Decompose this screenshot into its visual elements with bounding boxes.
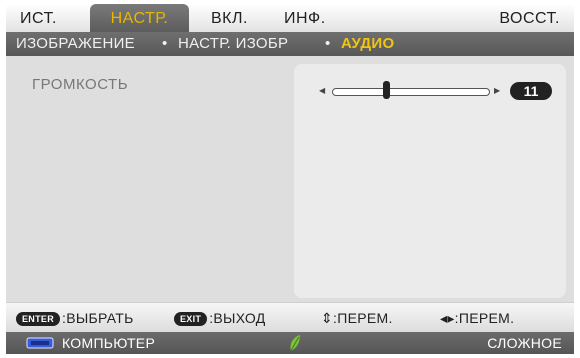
- breadcrumb-picture[interactable]: ИЗОБРАЖЕНИЕ: [16, 32, 135, 56]
- increase-arrow-icon[interactable]: ▶: [494, 86, 500, 95]
- input-source-label: КОМПЬЮТЕР: [62, 335, 156, 351]
- help-move-updown: ⇕:ПЕРЕМ.: [321, 310, 393, 326]
- tab-source[interactable]: ИСТ.: [20, 4, 57, 32]
- help-select-label: :ВЫБРАТЬ: [62, 310, 134, 326]
- help-exit: EXIT:ВЫХОД: [174, 309, 266, 327]
- breadcrumb-separator: •: [162, 35, 168, 52]
- tab-power[interactable]: ВКЛ.: [211, 4, 248, 32]
- menu-mode-label: СЛОЖНОЕ: [487, 335, 562, 351]
- eco-leaf-icon: [290, 335, 300, 352]
- help-bar: ENTER:ВЫБРАТЬ EXIT:ВЫХОД ⇕:ПЕРЕМ. ◂▸:ПЕР…: [6, 302, 574, 333]
- breadcrumb-picture-settings[interactable]: НАСТР. ИЗОБР: [178, 32, 288, 56]
- help-exit-label: :ВЫХОД: [209, 310, 266, 326]
- computer-monitor-icon: [26, 337, 54, 349]
- status-bar: КОМПЬЮТЕР СЛОЖНОЕ: [6, 332, 574, 354]
- volume-slider-track[interactable]: [332, 88, 490, 96]
- projector-onscreen-menu: ИСТ. НАСТР. ВКЛ. ИНФ. ВОССТ. ИЗОБРАЖЕНИЕ…: [0, 0, 580, 358]
- breadcrumb-separator: •: [325, 35, 331, 52]
- menu-tabs: ИСТ. НАСТР. ВКЛ. ИНФ. ВОССТ.: [6, 4, 574, 32]
- volume-value-badge: 11: [510, 82, 552, 100]
- tab-reset[interactable]: ВОССТ.: [499, 4, 560, 32]
- volume-label: ГРОМКОСТЬ: [32, 76, 129, 93]
- value-panel: ◀ ▶ 11: [294, 64, 566, 298]
- exit-key-icon: EXIT: [174, 312, 208, 326]
- volume-slider-knob[interactable]: [383, 81, 391, 99]
- decrease-arrow-icon[interactable]: ◀: [319, 86, 325, 95]
- settings-panel: ГРОМКОСТЬ ◀ ▶ 11: [6, 56, 574, 302]
- breadcrumb-audio[interactable]: АУДИО: [341, 32, 394, 56]
- tab-setup[interactable]: НАСТР.: [90, 4, 189, 32]
- breadcrumb: ИЗОБРАЖЕНИЕ • НАСТР. ИЗОБР • АУДИО: [6, 32, 574, 56]
- tab-info[interactable]: ИНФ.: [284, 4, 326, 32]
- enter-key-icon: ENTER: [16, 312, 61, 326]
- help-move-leftright: ◂▸:ПЕРЕМ.: [440, 310, 515, 326]
- help-select: ENTER:ВЫБРАТЬ: [16, 309, 134, 327]
